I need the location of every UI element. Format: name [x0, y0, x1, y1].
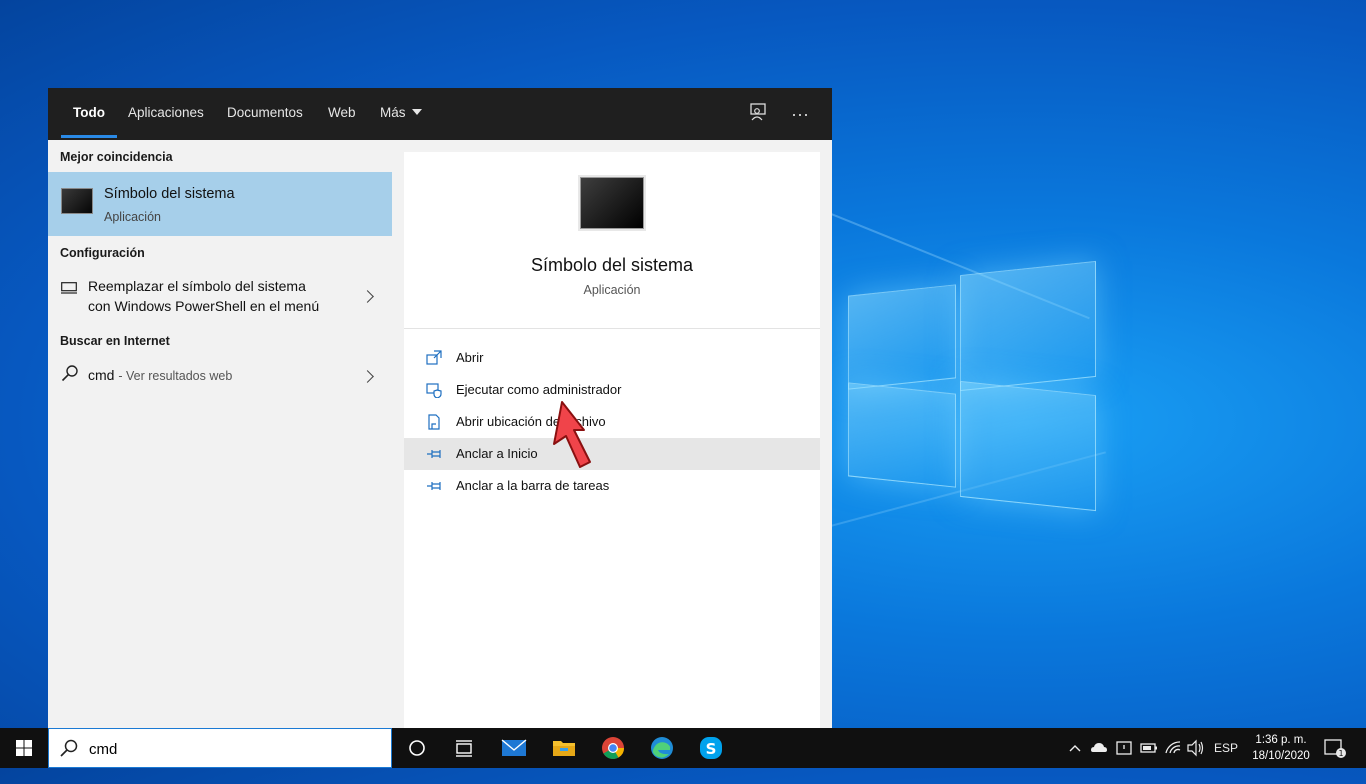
windows-desktop-logo	[848, 258, 1098, 514]
task-view-icon[interactable]	[451, 736, 477, 760]
svg-text:S: S	[706, 740, 717, 758]
mail-icon[interactable]	[501, 736, 527, 760]
svg-text:1: 1	[1338, 749, 1343, 758]
edge-icon[interactable]	[649, 736, 675, 760]
best-match-subtitle: Aplicación	[104, 210, 161, 224]
red-arrow-pointer-icon	[553, 401, 591, 468]
command-prompt-icon	[61, 188, 93, 214]
power-settings-icon[interactable]	[1115, 728, 1133, 768]
skype-icon[interactable]: S	[698, 736, 724, 760]
onedrive-icon[interactable]	[1090, 728, 1108, 768]
language-indicator[interactable]: ESP	[1214, 728, 1238, 768]
monitor-icon	[61, 281, 77, 299]
clock-date: 18/10/2020	[1252, 750, 1310, 762]
tab-aplicaciones[interactable]: Aplicaciones	[128, 88, 204, 140]
chevron-right-icon	[361, 370, 374, 383]
best-match-title: Símbolo del sistema	[104, 186, 235, 202]
settings-item[interactable]: Reemplazar el símbolo del sistema con Wi…	[48, 272, 392, 320]
divider	[404, 328, 820, 329]
preview-title: Símbolo del sistema	[530, 255, 694, 275]
search-icon	[61, 364, 79, 387]
action-run-as-admin[interactable]: Ejecutar como administrador	[404, 374, 820, 406]
feedback-icon[interactable]	[746, 102, 770, 126]
volume-icon[interactable]	[1186, 728, 1206, 768]
more-icon[interactable]: ···	[788, 102, 812, 126]
pin-icon	[426, 446, 444, 462]
search-panel: Todo Aplicaciones Documentos Web Más ···…	[48, 88, 832, 728]
start-button[interactable]	[0, 728, 48, 768]
taskbar: S ESP 1:36 p. m. 18/10/2020 1	[0, 728, 1366, 768]
search-icon	[59, 738, 79, 763]
settings-item-line1: Reemplazar el símbolo del sistema	[88, 278, 306, 294]
action-open[interactable]: Abrir	[404, 342, 820, 374]
action-pin-to-start-label: Anclar a Inicio	[456, 446, 538, 461]
chevron-right-icon	[361, 290, 374, 303]
results-list: Mejor coincidencia Símbolo del sistema A…	[48, 140, 392, 728]
tab-todo[interactable]: Todo	[61, 88, 117, 140]
clock[interactable]: 1:36 p. m. 18/10/2020	[1244, 732, 1318, 764]
action-pin-to-start[interactable]: Anclar a Inicio	[404, 438, 820, 470]
show-hidden-icons-chevron-up-icon[interactable]	[1068, 728, 1082, 768]
notifications-icon[interactable]: 1	[1322, 728, 1346, 768]
preview-subtitle: Aplicación	[583, 283, 641, 297]
taskbar-search-box[interactable]	[48, 728, 392, 768]
network-icon[interactable]	[1164, 728, 1182, 768]
search-input[interactable]	[87, 737, 381, 761]
best-match-header: Mejor coincidencia	[60, 150, 173, 164]
pin-icon	[426, 478, 444, 494]
action-pin-to-taskbar-label: Anclar a la barra de tareas	[456, 478, 610, 493]
battery-icon[interactable]	[1140, 728, 1158, 768]
clock-time: 1:36 p. m.	[1255, 734, 1307, 746]
settings-header: Configuración	[60, 246, 145, 260]
file-explorer-icon[interactable]	[551, 736, 577, 760]
open-icon	[426, 350, 444, 366]
chrome-icon[interactable]	[600, 736, 626, 760]
action-open-file-location[interactable]: Abrir ubicación de archivo	[404, 406, 820, 438]
search-filter-bar: Todo Aplicaciones Documentos Web Más ···	[48, 88, 832, 140]
chevron-down-icon	[411, 109, 422, 115]
web-search-suffix: - Ver resultados web	[118, 369, 233, 383]
preview-pane: Símbolo del sistema Aplicación Abrir Eje…	[404, 152, 820, 728]
tab-mas[interactable]: Más	[380, 88, 422, 140]
web-search-item[interactable]: cmd - Ver resultados web	[48, 358, 392, 392]
shield-icon	[426, 382, 444, 399]
action-run-as-admin-label: Ejecutar como administrador	[456, 382, 622, 397]
settings-item-line2: con Windows PowerShell en el menú	[88, 298, 320, 314]
command-prompt-icon	[580, 177, 644, 229]
web-search-query: cmd	[88, 367, 115, 383]
tab-documentos[interactable]: Documentos	[227, 88, 303, 140]
action-open-label: Abrir	[456, 350, 484, 365]
tab-web[interactable]: Web	[328, 88, 356, 140]
action-pin-to-taskbar[interactable]: Anclar a la barra de tareas	[404, 470, 820, 502]
cortana-icon[interactable]	[404, 736, 430, 760]
file-location-icon	[426, 414, 444, 430]
best-match-item[interactable]: Símbolo del sistema Aplicación	[48, 172, 392, 236]
windows-icon	[16, 740, 32, 756]
tab-mas-label: Más	[380, 105, 406, 120]
web-search-header: Buscar en Internet	[60, 334, 170, 348]
